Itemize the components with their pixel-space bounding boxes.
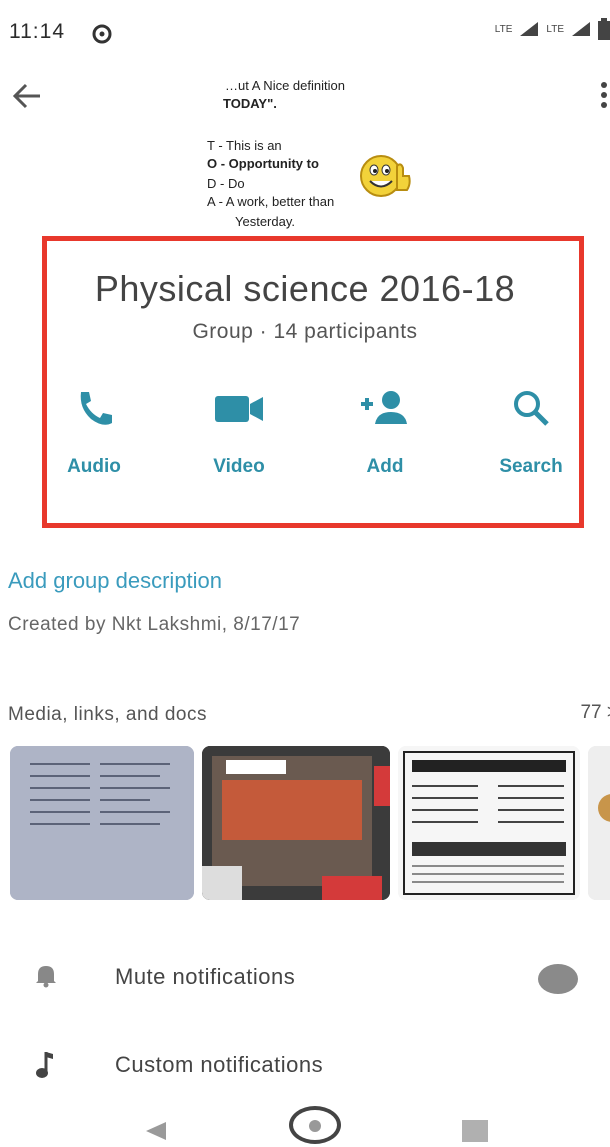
photo-text-line: A - A work, better than: [207, 194, 335, 209]
photo-text-line: D - Do: [207, 176, 245, 191]
status-bar: 11:14 LTE LTE: [0, 0, 610, 64]
group-meta: Group · 14 participants: [192, 320, 418, 343]
media-section-label[interactable]: Media, links, and docs: [8, 704, 207, 726]
created-by-text: Created by Nkt Lakshmi, 8/17/17: [8, 614, 301, 635]
more-vertical-icon[interactable]: [598, 80, 610, 110]
bell-icon: [36, 966, 56, 988]
signal-icon: [520, 22, 539, 36]
network-label-1: LTE: [494, 23, 513, 35]
custom-notifications-row[interactable]: Custom notifications: [0, 1036, 610, 1096]
add-label: Add: [366, 456, 404, 477]
mute-notifications-row[interactable]: Mute notifications: [0, 948, 610, 1008]
thumbs-up-smiley-icon: [360, 155, 411, 197]
status-icons: LTE LTE: [495, 18, 610, 40]
audio-label: Audio: [67, 456, 121, 477]
add-person-icon: [361, 391, 407, 424]
video-label: Video: [213, 456, 265, 477]
media-thumbnail[interactable]: [398, 746, 580, 900]
phone-icon: [80, 392, 112, 425]
add-group-description-link[interactable]: Add group description: [8, 568, 222, 594]
system-navigation-bar: [0, 1100, 610, 1147]
search-icon: [514, 391, 549, 426]
audio-call-button[interactable]: Audio: [39, 388, 149, 488]
photo-text-line: Yesterday.: [235, 214, 295, 229]
network-label-2: LTE: [546, 23, 564, 35]
message-notification-icon: [92, 24, 112, 44]
group-photo[interactable]: …ut A Nice definition TODAY". T - This i…: [195, 60, 425, 238]
photo-text-line: TODAY".: [223, 96, 277, 111]
mute-toggle[interactable]: [538, 964, 578, 994]
add-participant-button[interactable]: Add: [330, 388, 440, 488]
group-name[interactable]: Physical science 2016-18: [0, 268, 610, 310]
mute-notifications-label: Mute notifications: [115, 964, 296, 989]
photo-text-line: O - Opportunity to: [207, 156, 319, 171]
media-count[interactable]: 77 >: [580, 702, 610, 724]
arrow-left-icon[interactable]: [12, 82, 42, 110]
nav-home-icon[interactable]: [289, 1106, 341, 1144]
video-camera-icon: [215, 396, 263, 422]
battery-icon: [598, 18, 610, 40]
nav-back-icon[interactable]: [144, 1120, 168, 1142]
media-thumbnail[interactable]: [10, 746, 194, 900]
media-thumbnail[interactable]: [588, 746, 610, 900]
newspaper-ad-image: [398, 746, 580, 900]
search-button[interactable]: Search: [476, 388, 586, 488]
media-thumbnail[interactable]: [202, 746, 390, 900]
photo-text-line: …ut A Nice definition: [225, 78, 345, 93]
poster-photo-image: [202, 746, 390, 900]
status-time: 11:14: [9, 20, 65, 43]
document-photo-image: [10, 746, 194, 900]
profile-flyer-image: [588, 746, 610, 900]
custom-notifications-label: Custom notifications: [115, 1052, 324, 1077]
search-label: Search: [499, 456, 563, 477]
nav-recents-icon[interactable]: [462, 1120, 488, 1142]
signal-icon-2: [572, 22, 590, 36]
photo-text-line: T - This is an: [207, 138, 282, 153]
music-note-icon: [36, 1052, 53, 1078]
video-call-button[interactable]: Video: [184, 388, 294, 488]
